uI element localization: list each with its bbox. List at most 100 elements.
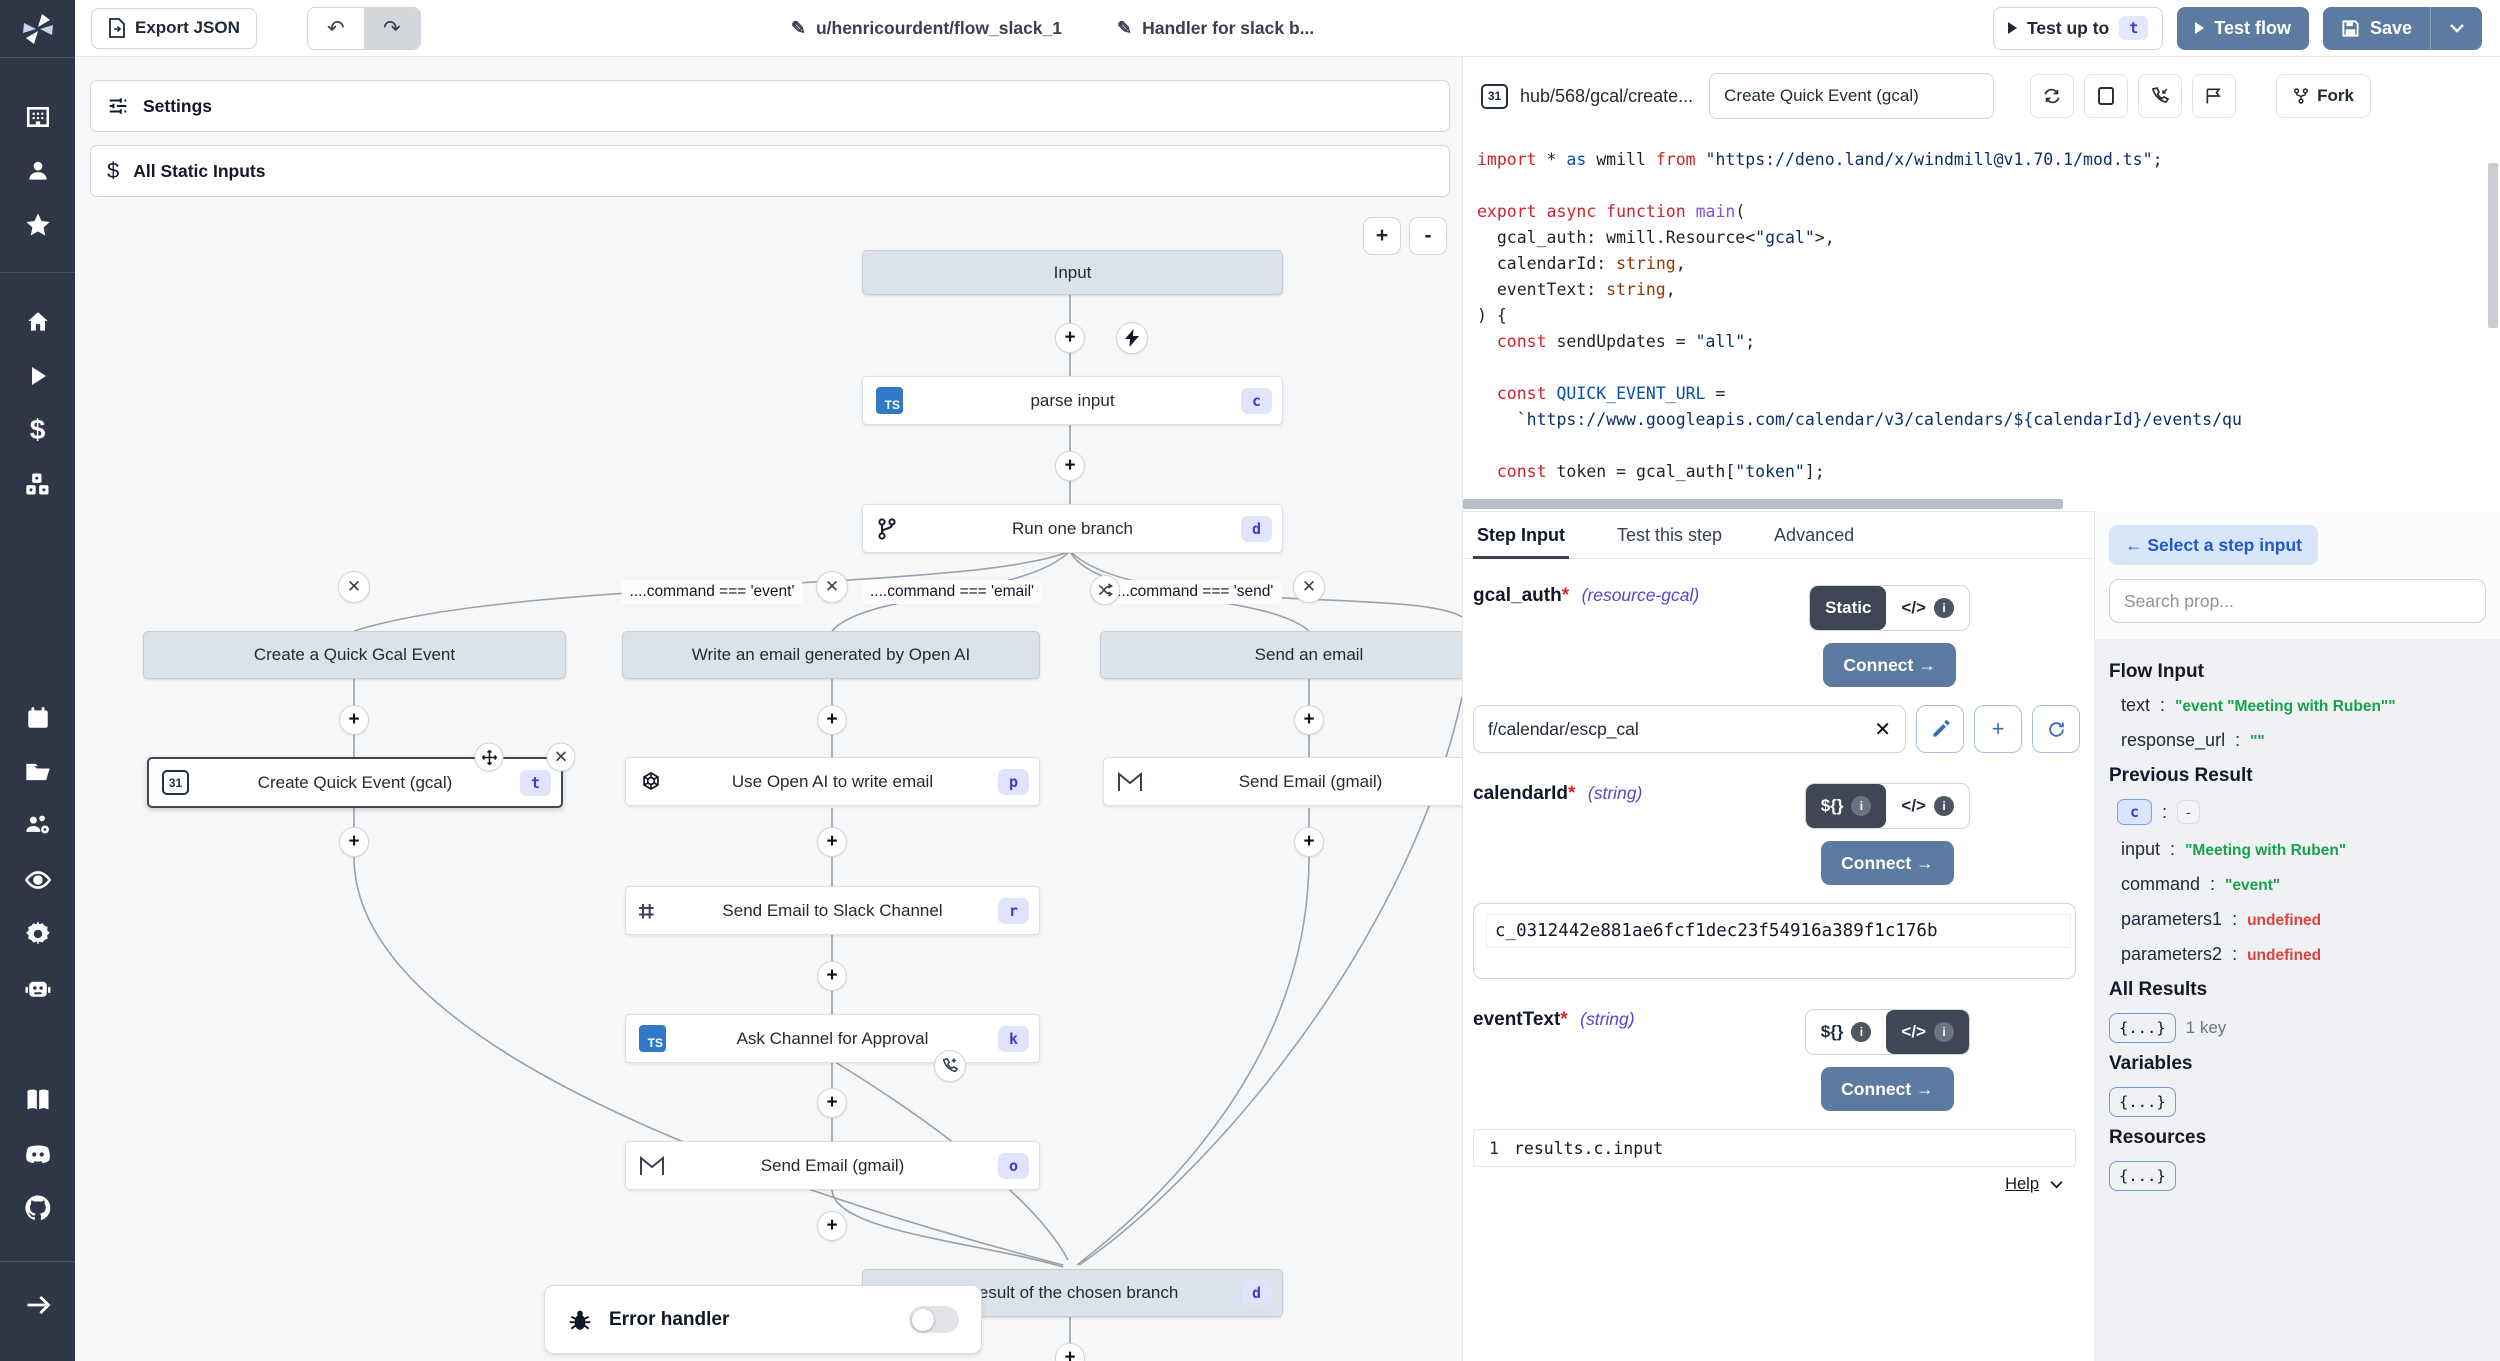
info-icon[interactable]: i (1851, 1022, 1871, 1042)
add-step-button[interactable]: + (817, 961, 847, 991)
home-icon[interactable] (0, 295, 75, 349)
search-prop-input[interactable] (2109, 579, 2486, 623)
info-icon[interactable]: i (1934, 796, 1954, 816)
redo-button[interactable]: ↷ (364, 8, 420, 49)
flag-icon[interactable] (2192, 74, 2236, 118)
node-use-openai-to-write-email[interactable]: Use Open AI to write email p (625, 757, 1040, 806)
node-send-email-to-slack-channel[interactable]: ⌗ Send Email to Slack Channel r (625, 886, 1040, 935)
undo-button[interactable]: ↶ (308, 8, 364, 49)
add-step-button[interactable]: + (339, 705, 369, 735)
phone-incoming-icon[interactable] (2138, 74, 2182, 118)
step-summary-input[interactable] (1709, 73, 1994, 119)
mode-javascript-button[interactable]: </> i (1886, 784, 1969, 828)
swap-branch-icon[interactable] (1090, 575, 1120, 605)
mode-javascript-button[interactable]: </> i (1886, 586, 1969, 630)
add-step-button[interactable]: + (817, 827, 847, 857)
event-text-expression-editor[interactable]: 1 results.c.input (1473, 1129, 2076, 1167)
flow-input-node[interactable]: Input (862, 250, 1283, 295)
fork-button[interactable]: Fork (2276, 74, 2371, 118)
resources-cubes-icon[interactable] (0, 457, 75, 511)
save-button[interactable]: Save (2323, 7, 2430, 50)
branch-header-1[interactable]: Create a Quick Gcal Event (143, 631, 566, 679)
resource-picker-input[interactable]: f/calendar/escp_cal ✕ (1473, 705, 1906, 753)
remove-branch-1-button[interactable]: ✕ (338, 571, 370, 603)
user-icon[interactable] (0, 144, 75, 198)
suspend-approval-phone-icon[interactable] (934, 1050, 966, 1082)
mode-template-button[interactable]: ${} i (1806, 784, 1887, 828)
select-step-input-button[interactable]: ← Select a step input (2109, 525, 2318, 565)
trigger-lightning-icon[interactable] (1116, 322, 1148, 354)
remove-branch-2-button[interactable]: ✕ (816, 571, 848, 603)
test-flow-button[interactable]: Test flow (2177, 7, 2309, 50)
add-step-button[interactable]: + (1055, 451, 1085, 481)
workspace-icon[interactable] (0, 90, 75, 144)
tab-advanced[interactable]: Advanced (1770, 512, 1858, 558)
branch-header-2[interactable]: Write an email generated by Open AI (622, 631, 1040, 679)
reload-icon[interactable] (2030, 74, 2074, 118)
remove-branch-3-button[interactable]: ✕ (1293, 571, 1325, 603)
code-horizontal-scrollbar[interactable] (1463, 497, 2500, 511)
add-step-button[interactable]: + (1294, 705, 1324, 735)
property-row[interactable]: response_url:"" (2121, 730, 2486, 751)
refresh-resource-button[interactable] (2032, 705, 2080, 753)
audit-eye-icon[interactable] (0, 853, 75, 907)
export-json-button[interactable]: Export JSON (91, 8, 257, 49)
chevron-down-icon[interactable] (2049, 1180, 2064, 1189)
add-step-button[interactable]: + (817, 705, 847, 735)
groups-icon[interactable] (0, 799, 75, 853)
info-icon[interactable]: i (1934, 1022, 1954, 1042)
ai-robot-icon[interactable] (0, 961, 75, 1015)
help-link[interactable]: Help (2005, 1175, 2039, 1194)
variables-dollar-icon[interactable]: $ (0, 403, 75, 457)
branch-header-3[interactable]: Send an email (1100, 631, 1462, 679)
windmill-logo-icon[interactable] (0, 0, 75, 57)
code-editor[interactable]: import * as wmill from "https://deno.lan… (1463, 135, 2500, 497)
node-parse-input[interactable]: TS parse input c (862, 376, 1283, 425)
folders-icon[interactable] (0, 745, 75, 799)
info-icon[interactable]: i (1934, 598, 1954, 618)
property-row[interactable]: parameters2:undefined (2121, 944, 2486, 965)
node-ask-channel-for-approval[interactable]: TS Ask Channel for Approval k (625, 1014, 1040, 1063)
mode-template-button[interactable]: ${} i (1806, 1010, 1887, 1054)
node-send-email-gmail[interactable]: Send Email (gmail) o (625, 1141, 1040, 1190)
variables-expand-badge[interactable]: {...} (2109, 1087, 2176, 1117)
node-run-one-branch[interactable]: Run one branch d (862, 504, 1283, 553)
property-row[interactable]: command:"event" (2121, 874, 2486, 895)
edit-resource-pencil-button[interactable] (1916, 705, 1964, 753)
runs-icon[interactable] (0, 349, 75, 403)
node-send-email-gmail-branch3[interactable]: Send Email (gmail) (1103, 757, 1462, 806)
delete-node-button[interactable]: ✕ (547, 743, 576, 772)
move-node-handle-icon[interactable] (475, 743, 504, 772)
gcal-auth-connect-button[interactable]: Connect → (1823, 643, 1955, 687)
add-step-button[interactable]: + (817, 1211, 847, 1241)
event-text-connect-button[interactable]: Connect → (1821, 1067, 1953, 1111)
save-dropdown-button[interactable] (2430, 7, 2482, 50)
docs-book-icon[interactable] (0, 1073, 75, 1127)
settings-gear-icon[interactable] (0, 907, 75, 961)
clear-resource-icon[interactable]: ✕ (1874, 717, 1891, 742)
property-row[interactable]: text:"event "Meeting with Ruben"" (2121, 695, 2486, 716)
favorites-star-icon[interactable] (0, 198, 75, 252)
tab-step-input[interactable]: Step Input (1473, 512, 1569, 558)
schedules-calendar-icon[interactable] (0, 691, 75, 745)
code-vertical-scrollbar[interactable] (2488, 163, 2498, 328)
github-icon[interactable] (0, 1181, 75, 1235)
mode-static-button[interactable]: Static (1810, 586, 1886, 630)
property-row[interactable]: parameters1:undefined (2121, 909, 2486, 930)
expand-sidebar-arrow-icon[interactable] (0, 1278, 75, 1332)
test-up-to-button[interactable]: Test up to t (1993, 7, 2163, 50)
error-handler-toggle[interactable] (909, 1306, 959, 1333)
box-icon[interactable] (2084, 74, 2128, 118)
info-icon[interactable]: i (1851, 796, 1871, 816)
collapse-chip[interactable]: - (2177, 800, 2200, 824)
mode-javascript-button[interactable]: </> i (1886, 1010, 1969, 1054)
all-results-expand-badge[interactable]: {...} (2109, 1013, 2176, 1043)
add-step-button[interactable]: + (1294, 827, 1324, 857)
add-step-button[interactable]: + (339, 827, 369, 857)
add-resource-button[interactable]: + (1974, 705, 2022, 753)
add-step-button[interactable]: + (817, 1088, 847, 1118)
calendar-id-connect-button[interactable]: Connect → (1821, 841, 1953, 885)
previous-step-id-chip[interactable]: c (2117, 799, 2152, 825)
edit-summary-pencil-icon[interactable]: ✎ (1117, 18, 1132, 39)
add-step-button[interactable]: + (1055, 323, 1085, 353)
